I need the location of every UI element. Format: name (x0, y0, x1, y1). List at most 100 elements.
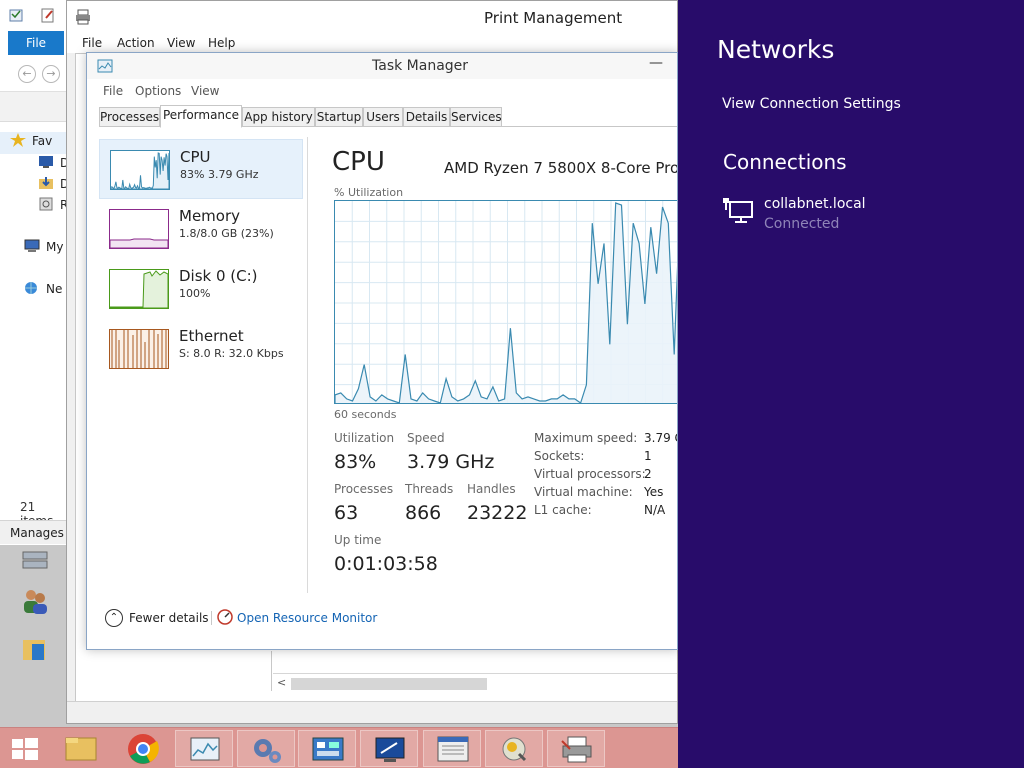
utilization-axis-label: % Utilization (334, 186, 404, 199)
tree-item-favorites[interactable]: Fav (10, 133, 52, 153)
ethernet-thumbnail-graph (109, 329, 169, 369)
search-tool-taskbar-button[interactable] (485, 730, 543, 767)
tab-performance[interactable]: Performance (160, 105, 242, 128)
resource-monitor-icon (217, 609, 233, 625)
tab-app-history[interactable]: App history (242, 107, 315, 127)
printer-icon (75, 9, 91, 28)
networks-title: Networks (717, 35, 835, 64)
taskbar (0, 727, 678, 768)
menu-help[interactable]: Help (208, 36, 235, 50)
chrome-taskbar-button[interactable] (114, 730, 172, 767)
perf-item-ethernet[interactable]: Ethernet S: 8.0 R: 32.0 Kbps (99, 319, 303, 379)
chrome-icon (128, 734, 159, 764)
minimize-icon[interactable]: — (649, 55, 663, 71)
server-manager-taskbar-button[interactable] (423, 730, 481, 767)
wired-network-icon (722, 196, 754, 226)
network-connection-item[interactable]: collabnet.local Connected (722, 192, 1002, 238)
users-icon[interactable] (20, 586, 50, 616)
print-management-taskbar-button[interactable] (547, 730, 605, 767)
processes-value: 63 (334, 502, 359, 524)
new-item-icon[interactable] (40, 7, 56, 23)
menu-file[interactable]: File (103, 84, 123, 98)
open-resource-monitor-link[interactable]: Open Resource Monitor (237, 611, 377, 625)
file-explorer-taskbar-button[interactable] (53, 730, 111, 767)
print-management-titlebar[interactable]: Print Management (67, 1, 677, 33)
description-bar: Manages i (0, 520, 69, 544)
task-manager-icon (190, 737, 220, 761)
fewer-details-button[interactable]: Fewer details (129, 611, 209, 625)
tree-item-recent-places[interactable]: R (38, 197, 68, 217)
virtual-machine-value: Yes (644, 485, 664, 499)
view-connection-settings-link[interactable]: View Connection Settings (722, 96, 901, 112)
menu-view[interactable]: View (191, 84, 219, 98)
start-button[interactable] (0, 730, 58, 767)
menu-action[interactable]: Action (117, 36, 155, 50)
footer-separator (211, 611, 212, 625)
task-manager-title: Task Manager (372, 58, 469, 74)
max-speed-key: Maximum speed: (534, 431, 638, 445)
star-icon (10, 133, 26, 147)
file-tab[interactable]: File (8, 31, 64, 55)
tree-item-desktop[interactable]: D (38, 155, 69, 175)
server-icon[interactable] (20, 548, 50, 578)
time-axis-label: 60 seconds (334, 408, 397, 421)
menu-file[interactable]: File (82, 36, 102, 50)
remote-desktop-taskbar-button[interactable] (360, 730, 418, 767)
connections-heading: Connections (723, 150, 847, 174)
tree-item-my-computer[interactable]: My (24, 239, 63, 259)
chevron-up-icon[interactable]: ⌃ (105, 609, 123, 627)
virtual-processors-key: Virtual processors: (534, 467, 646, 481)
disk-thumbnail-graph (109, 269, 169, 309)
cpu-utilization-graph (334, 200, 677, 404)
file-explorer-icon (65, 737, 97, 761)
menu-view[interactable]: View (167, 36, 195, 50)
control-panel-taskbar-button[interactable] (298, 730, 356, 767)
performance-panel: CPU 83% 3.79 GHz Memory 1.8/8.0 GB (23%)… (99, 126, 677, 596)
address-bar[interactable] (0, 92, 69, 122)
sockets-key: Sockets: (534, 449, 585, 463)
cpu-heading: CPU (332, 147, 385, 177)
threads-label: Threads (405, 482, 454, 496)
scrollbar-thumb[interactable] (291, 678, 487, 690)
tree-item-network[interactable]: Ne (24, 281, 62, 301)
utilization-value: 83% (334, 451, 377, 473)
perf-item-cpu[interactable]: CPU 83% 3.79 GHz (99, 139, 303, 199)
task-manager-titlebar[interactable]: Task Manager — (87, 53, 677, 79)
tab-processes[interactable]: Processes (99, 107, 160, 127)
quick-access-toolbar (0, 0, 69, 32)
handles-label: Handles (467, 482, 516, 496)
file-explorer-window: File ← → Fav D D R My Ne 21 items Manage… (0, 0, 70, 545)
menu-options[interactable]: Options (135, 84, 181, 98)
horizontal-scrollbar[interactable]: < (273, 673, 677, 693)
settings-gears-icon (254, 739, 281, 763)
task-manager-menubar: File Options View (87, 81, 677, 103)
max-speed-value: 3.79 GH (644, 431, 677, 445)
print-management-menubar: File Action View Help (67, 33, 677, 53)
tab-details[interactable]: Details (403, 107, 450, 127)
sidebar-separator (307, 137, 308, 593)
task-manager-tabs: Processes Performance App history Startu… (99, 105, 677, 128)
task-manager-taskbar-button[interactable] (175, 730, 233, 767)
perf-item-memory[interactable]: Memory 1.8/8.0 GB (23%) (99, 199, 303, 259)
task-manager-window: Task Manager — File Options View Process… (86, 52, 678, 650)
forward-icon[interactable]: → (42, 65, 60, 83)
scroll-left-icon[interactable]: < (277, 676, 286, 689)
navigation-bar: ← → (0, 56, 69, 92)
tree-item-downloads[interactable]: D (38, 176, 69, 196)
pane-divider (271, 651, 272, 691)
cpu-thumbnail-graph (110, 150, 170, 190)
connection-name: collabnet.local (764, 196, 866, 212)
perf-item-disk[interactable]: Disk 0 (C:) 100% (99, 259, 303, 319)
back-icon[interactable]: ← (18, 65, 36, 83)
virtual-machine-key: Virtual machine: (534, 485, 633, 499)
print-management-title: Print Management (484, 9, 623, 27)
control-panel-icon (312, 737, 344, 761)
search-tool-icon (502, 737, 527, 762)
connection-status: Connected (764, 216, 840, 232)
settings-taskbar-button[interactable] (237, 730, 295, 767)
tab-users[interactable]: Users (363, 107, 403, 127)
properties-icon[interactable] (8, 7, 24, 23)
folder-icon[interactable] (20, 634, 50, 664)
tab-services[interactable]: Services (450, 107, 502, 127)
tab-startup[interactable]: Startup (315, 107, 363, 127)
